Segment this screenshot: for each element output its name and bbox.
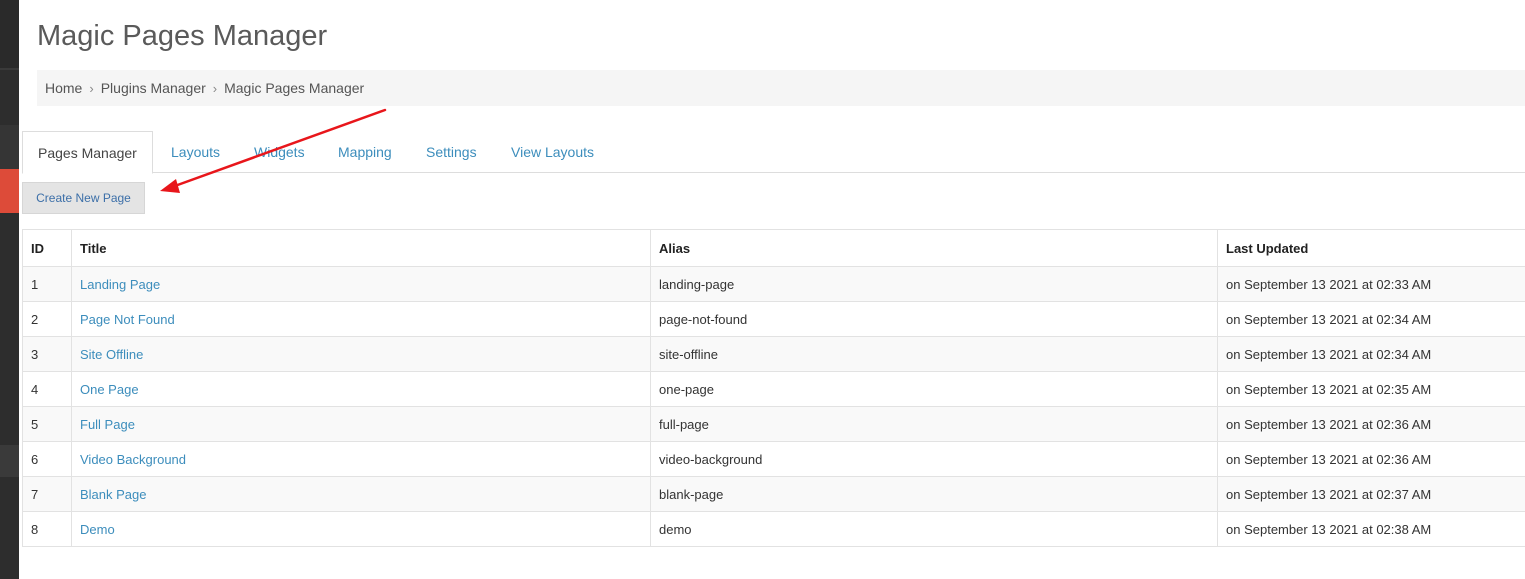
table-row: 1 Landing Page landing-page on September… [22, 266, 1525, 302]
page-title-link[interactable]: Demo [80, 522, 115, 537]
cell-last-updated: on September 13 2021 at 02:36 AM [1217, 406, 1525, 442]
cell-last-updated: on September 13 2021 at 02:36 AM [1217, 441, 1525, 477]
column-header-last-updated[interactable]: Last Updated [1217, 229, 1525, 267]
pages-table: ID Title Alias Last Updated 1 Landing Pa… [22, 229, 1525, 547]
cell-alias: video-background [650, 441, 1218, 477]
column-header-alias[interactable]: Alias [650, 229, 1218, 267]
cell-id: 8 [22, 511, 72, 547]
cell-title: Site Offline [71, 336, 651, 372]
cell-alias: one-page [650, 371, 1218, 407]
sidebar-logo-area[interactable] [0, 0, 19, 68]
tab-widgets[interactable]: Widgets [254, 131, 305, 173]
cell-id: 6 [22, 441, 72, 477]
column-header-id[interactable]: ID [22, 229, 72, 267]
cell-title: Demo [71, 511, 651, 547]
breadcrumb-current: Magic Pages Manager [224, 80, 365, 96]
cell-title: Video Background [71, 441, 651, 477]
cell-title: Blank Page [71, 476, 651, 512]
cell-id: 1 [22, 266, 72, 302]
sidebar-item[interactable] [0, 445, 19, 477]
chevron-right-icon: › [212, 80, 218, 96]
cell-id: 3 [22, 336, 72, 372]
cell-last-updated: on September 13 2021 at 02:34 AM [1217, 301, 1525, 337]
page-title-link[interactable]: Page Not Found [80, 312, 175, 327]
cell-id: 2 [22, 301, 72, 337]
cell-last-updated: on September 13 2021 at 02:37 AM [1217, 476, 1525, 512]
table-row: 7 Blank Page blank-page on September 13 … [22, 476, 1525, 512]
page-title-link[interactable]: Landing Page [80, 277, 160, 292]
cell-last-updated: on September 13 2021 at 02:33 AM [1217, 266, 1525, 302]
cell-title: Full Page [71, 406, 651, 442]
page-title-link[interactable]: Blank Page [80, 487, 147, 502]
page-title-link[interactable]: Full Page [80, 417, 135, 432]
breadcrumb-home[interactable]: Home [45, 80, 82, 96]
tab-pages-manager[interactable]: Pages Manager [22, 131, 153, 174]
create-new-page-button[interactable]: Create New Page [22, 182, 145, 214]
sidebar-item-active[interactable] [0, 169, 19, 213]
chevron-right-icon: › [89, 80, 94, 96]
tab-mapping[interactable]: Mapping [338, 131, 392, 173]
cell-alias: site-offline [650, 336, 1218, 372]
cell-alias: blank-page [650, 476, 1218, 512]
tab-settings[interactable]: Settings [426, 131, 477, 173]
sidebar-item[interactable] [0, 125, 19, 169]
app-frame: Magic Pages Manager Home › Plugins Manag… [0, 0, 1525, 579]
table-row: 2 Page Not Found page-not-found on Septe… [22, 301, 1525, 337]
cell-id: 7 [22, 476, 72, 512]
cell-id: 4 [22, 371, 72, 407]
cell-alias: full-page [650, 406, 1218, 442]
main-content: Magic Pages Manager Home › Plugins Manag… [19, 0, 1525, 579]
cell-title: One Page [71, 371, 651, 407]
table-row: 4 One Page one-page on September 13 2021… [22, 371, 1525, 407]
tab-bar: Pages Manager Layouts Widgets Mapping Se… [22, 131, 1525, 174]
table-header-row: ID Title Alias Last Updated [22, 229, 1525, 267]
sidebar-divider [0, 68, 19, 70]
table-row: 3 Site Offline site-offline on September… [22, 336, 1525, 372]
cell-alias: page-not-found [650, 301, 1218, 337]
table-row: 6 Video Background video-background on S… [22, 441, 1525, 477]
cell-last-updated: on September 13 2021 at 02:38 AM [1217, 511, 1525, 547]
cell-title: Landing Page [71, 266, 651, 302]
column-header-title[interactable]: Title [71, 229, 651, 267]
cell-title: Page Not Found [71, 301, 651, 337]
tab-view-layouts[interactable]: View Layouts [511, 131, 594, 173]
tab-layouts[interactable]: Layouts [171, 131, 220, 173]
breadcrumb-plugins-manager[interactable]: Plugins Manager [101, 80, 206, 96]
table-row: 8 Demo demo on September 13 2021 at 02:3… [22, 511, 1525, 547]
cell-id: 5 [22, 406, 72, 442]
breadcrumb: Home › Plugins Manager › Magic Pages Man… [37, 70, 1525, 106]
page-title-link[interactable]: Video Background [80, 452, 186, 467]
table-row: 5 Full Page full-page on September 13 20… [22, 406, 1525, 442]
page-title-link[interactable]: One Page [80, 382, 139, 397]
cell-last-updated: on September 13 2021 at 02:35 AM [1217, 371, 1525, 407]
page-title-link[interactable]: Site Offline [80, 347, 143, 362]
cell-last-updated: on September 13 2021 at 02:34 AM [1217, 336, 1525, 372]
page-title: Magic Pages Manager [37, 20, 328, 52]
cell-alias: demo [650, 511, 1218, 547]
left-sidebar [0, 0, 19, 579]
cell-alias: landing-page [650, 266, 1218, 302]
